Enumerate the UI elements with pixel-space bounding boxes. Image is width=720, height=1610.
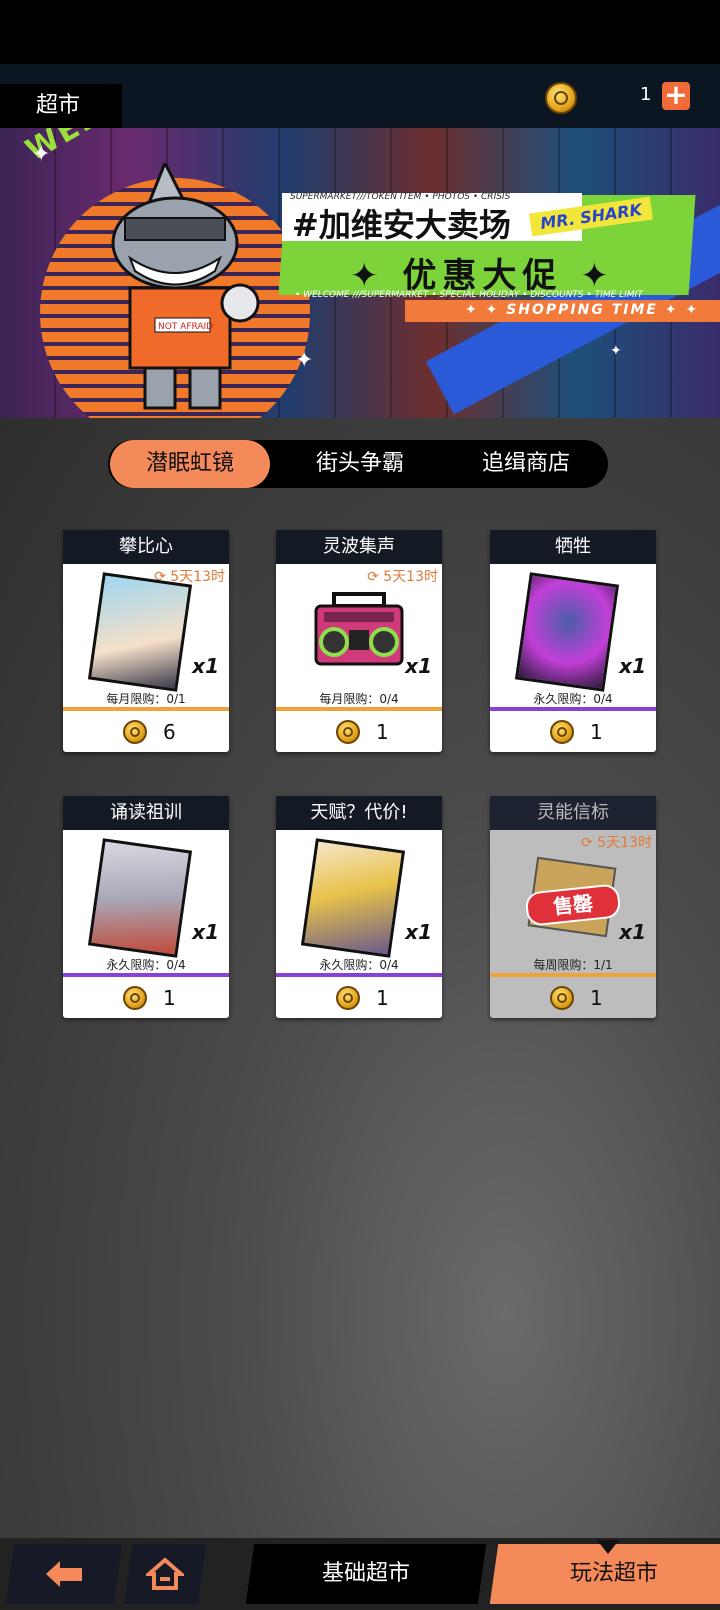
shop-item-card[interactable]: 牺牲 x1 永久限购：0/4 1 xyxy=(490,530,656,752)
item-quantity: x1 xyxy=(405,920,432,944)
price-row: 1 xyxy=(276,712,442,752)
coin-icon xyxy=(550,720,574,744)
limit-bar xyxy=(490,973,656,977)
sparkle-icon: ✦ xyxy=(610,343,622,359)
item-price: 1 xyxy=(376,720,389,744)
shop-tabs: 潜眠虹镜 街头争霸 追缉商店 xyxy=(108,440,608,488)
purchase-limit: 每月限购：0/4 xyxy=(319,692,399,706)
item-price: 1 xyxy=(163,986,176,1010)
price-row: 6 xyxy=(63,712,229,752)
tab-pursuit-shop[interactable]: 追缉商店 xyxy=(446,440,606,488)
add-coin-button[interactable]: + xyxy=(662,81,690,110)
shop-item-card[interactable]: 诵读祖训 x1 永久限购：0/4 1 xyxy=(63,796,229,1018)
page-title: 超市 xyxy=(0,84,122,128)
refresh-icon: ⟳ xyxy=(367,569,384,585)
selected-indicator-icon xyxy=(597,1540,619,1554)
price-row: 1 xyxy=(490,978,656,1018)
price-row: 1 xyxy=(490,712,656,752)
tab-dream-mirror[interactable]: 潜眠虹镜 xyxy=(110,440,270,488)
shark-mascot-icon: NOT AFRAID xyxy=(111,163,260,410)
limit-bar xyxy=(63,973,229,977)
status-bar xyxy=(0,0,720,64)
item-image xyxy=(514,572,620,692)
banner-title: #加维安大卖场 xyxy=(292,206,511,244)
item-price: 1 xyxy=(376,986,389,1010)
limit-bar xyxy=(276,973,442,977)
home-button[interactable] xyxy=(123,1544,207,1604)
coin-icon xyxy=(123,720,147,744)
limit-bar xyxy=(276,707,442,711)
home-icon xyxy=(128,1544,202,1604)
item-name: 诵读祖训 xyxy=(63,796,229,830)
banner-small-text-bottom: • WELCOME ///SUPERMARKET • SPECIAL HOLID… xyxy=(295,290,643,300)
refresh-time: 5天13时 xyxy=(383,569,438,585)
item-name: 天赋？代价! xyxy=(276,796,442,830)
price-row: 1 xyxy=(63,978,229,1018)
purchase-limit: 每周限购：1/1 xyxy=(533,958,613,972)
item-name: 灵波集声 xyxy=(276,530,442,564)
refresh-icon: ⟳ xyxy=(581,835,598,851)
purchase-limit: 永久限购：0/4 xyxy=(533,692,613,706)
item-name: 攀比心 xyxy=(63,530,229,564)
item-quantity: x1 xyxy=(192,920,219,944)
item-name: 牺牲 xyxy=(490,530,656,564)
purchase-limit: 永久限购：0/4 xyxy=(319,958,399,972)
item-quantity: x1 xyxy=(405,654,432,678)
item-price: 1 xyxy=(590,986,603,1010)
price-row: 1 xyxy=(276,978,442,1018)
refresh-timer: ⟳ 5天13时 xyxy=(581,832,652,852)
purchase-limit: 永久限购：0/4 xyxy=(106,958,186,972)
back-arrow-icon xyxy=(10,1544,118,1604)
item-name: 灵能信标 xyxy=(490,796,656,830)
coin-count: 1 xyxy=(640,84,652,105)
item-quantity: x1 xyxy=(192,654,219,678)
item-quantity: x1 xyxy=(619,920,646,944)
limit-bar xyxy=(63,707,229,711)
back-button[interactable] xyxy=(5,1544,123,1604)
limit-bar xyxy=(490,707,656,711)
banner-strip-text: ✦ ✦ SHOPPING TIME ✦ ✦ xyxy=(465,302,700,318)
tab-street-fight[interactable]: 街头争霸 xyxy=(280,440,440,488)
banner-strip: ✦ ✦ SHOPPING TIME ✦ ✦ xyxy=(405,300,720,322)
basic-supermarket-button[interactable]: 基础超市 xyxy=(245,1544,487,1604)
coin-icon xyxy=(336,720,360,744)
basic-supermarket-label: 基础超市 xyxy=(321,1561,410,1586)
shop-item-card-sold-out: 灵能信标 ⟳ 5天13时 售罄 x1 每周限购：1/1 1 xyxy=(490,796,656,1018)
item-price: 6 xyxy=(163,720,176,744)
item-price: 1 xyxy=(590,720,603,744)
sparkle-icon: ✦ xyxy=(295,348,314,373)
sparkle-icon: ✦ xyxy=(32,142,51,167)
shark-shirt-text: NOT AFRAID xyxy=(158,322,213,332)
purchase-limit: 每月限购：0/1 xyxy=(106,692,186,706)
coin-icon xyxy=(545,82,577,114)
item-quantity: x1 xyxy=(619,654,646,678)
refresh-time: 5天13时 xyxy=(597,835,652,851)
shop-item-card[interactable]: 灵波集声 ⟳ 5天13时 x1 每月限购：0/4 1 xyxy=(276,530,442,752)
item-image xyxy=(87,838,193,958)
coin-icon xyxy=(550,986,574,1010)
item-image xyxy=(87,572,193,692)
boombox-icon xyxy=(314,592,404,666)
coin-icon xyxy=(336,986,360,1010)
refresh-timer: ⟳ 5天13时 xyxy=(367,566,438,586)
coin-icon xyxy=(123,986,147,1010)
shop-item-card[interactable]: 天赋？代价! x1 永久限购：0/4 1 xyxy=(276,796,442,1018)
shop-item-card[interactable]: 攀比心 ⟳ 5天13时 x1 每月限购：0/1 6 xyxy=(63,530,229,752)
item-image xyxy=(300,838,406,958)
